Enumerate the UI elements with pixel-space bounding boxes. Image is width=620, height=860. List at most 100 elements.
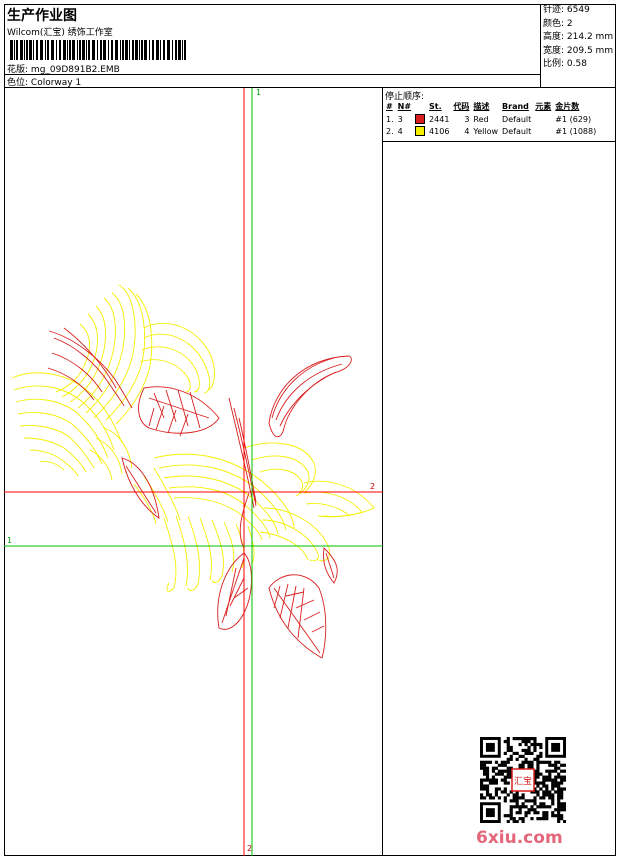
qr-module xyxy=(563,805,566,809)
qr-module xyxy=(480,787,484,791)
page-title: 生产作业图 xyxy=(7,8,77,24)
design-preview: 1 2 1 2 xyxy=(4,88,383,856)
qr-module xyxy=(524,751,528,755)
qr-module xyxy=(503,751,507,755)
color-swatch xyxy=(415,126,426,136)
qr-module xyxy=(551,784,555,788)
qr-module xyxy=(548,805,552,809)
qr-module xyxy=(560,781,564,785)
qr-module xyxy=(494,766,498,770)
qr-module xyxy=(488,793,493,797)
qr-module xyxy=(542,790,546,794)
qr-module xyxy=(557,796,561,800)
qr-module xyxy=(491,766,496,770)
qr-module xyxy=(521,817,525,821)
colorway-label: 色位: xyxy=(7,78,29,88)
qr-module xyxy=(482,778,487,782)
barcode-bar xyxy=(56,40,57,60)
qr-module xyxy=(560,814,564,818)
qr-module xyxy=(545,790,549,794)
qr-module xyxy=(536,754,540,758)
qr-module xyxy=(542,793,546,797)
barcode-bar xyxy=(63,40,66,60)
qr-module xyxy=(533,799,537,803)
qr-module xyxy=(551,799,555,803)
barcode-bar xyxy=(163,40,165,60)
qr-module xyxy=(545,784,549,788)
qr-module xyxy=(482,760,487,764)
qr-module xyxy=(512,817,516,821)
qr-module xyxy=(527,763,531,767)
barcode-bar xyxy=(129,40,130,60)
qr-module xyxy=(524,799,528,803)
qr-module xyxy=(557,772,561,776)
barcode-bar xyxy=(175,40,177,60)
qr-module xyxy=(518,808,522,812)
qr-module xyxy=(485,769,490,773)
qr-module xyxy=(482,772,487,776)
barcode-bar xyxy=(24,40,25,60)
qr-module xyxy=(503,814,507,818)
worksheet-header: 生产作业图 Wilcom(汇宝) 绣饰工作室 花版: mg_09D891B2.E… xyxy=(4,4,541,88)
qr-module xyxy=(545,793,549,797)
qr-module xyxy=(512,796,516,800)
qr-module xyxy=(554,808,558,812)
qr-module xyxy=(524,760,528,764)
qr-module xyxy=(485,793,490,797)
qr-module xyxy=(506,814,510,818)
qr-module xyxy=(539,802,543,806)
barcode-bar xyxy=(69,40,71,60)
qr-module xyxy=(527,751,531,755)
barcode-bar xyxy=(97,40,98,60)
qr-module xyxy=(524,814,528,818)
qr-module xyxy=(554,769,558,773)
qr-module xyxy=(491,781,496,785)
table-row: 1. 3 2441 3 Red Default #1 (629) xyxy=(386,114,592,124)
colorway-line: 色位: Colorway 1 xyxy=(7,75,81,88)
qr-module xyxy=(524,811,528,815)
qr-module xyxy=(518,811,522,815)
qr-module xyxy=(545,769,549,773)
qr-module xyxy=(545,775,549,779)
qr-module xyxy=(515,737,519,741)
qr-module xyxy=(557,799,561,803)
qr-module xyxy=(557,766,561,770)
studio-name: Wilcom(汇宝) 绣饰工作室 xyxy=(7,28,113,38)
barcode-bar xyxy=(26,40,28,60)
qr-module xyxy=(509,757,513,761)
qr-module xyxy=(551,763,555,767)
qr-module xyxy=(548,763,552,767)
qr-module xyxy=(560,787,564,791)
qr-module xyxy=(500,772,504,776)
qr-module xyxy=(536,790,540,794)
qr-module xyxy=(557,760,561,764)
qr-module xyxy=(533,802,537,806)
barcode-bar xyxy=(182,40,183,60)
qr-module xyxy=(533,748,537,753)
qr-module xyxy=(485,760,490,764)
watermark-logo: 6xiu.com xyxy=(476,828,563,848)
qr-module xyxy=(536,769,540,773)
barcode-bar xyxy=(51,40,54,60)
qr-module xyxy=(542,781,546,785)
col-elem: 元素 xyxy=(535,102,552,111)
qr-module xyxy=(557,787,561,791)
qr-module xyxy=(542,778,546,782)
qr-module xyxy=(524,742,528,747)
barcode-bar xyxy=(29,40,32,60)
qr-module xyxy=(480,784,484,788)
qr-module xyxy=(515,811,519,815)
barcode-bar xyxy=(40,40,43,60)
barcode-bar xyxy=(77,40,78,60)
qr-module xyxy=(557,808,561,812)
barcode-bar xyxy=(16,40,18,60)
qr-module xyxy=(494,790,498,794)
qr-module xyxy=(506,760,510,764)
stat-row: 比例: 0.58 xyxy=(543,59,587,69)
qr-module xyxy=(539,787,543,791)
qr-module xyxy=(515,793,519,797)
qr-module xyxy=(515,751,519,755)
qr-module xyxy=(524,737,528,741)
qr-module xyxy=(497,772,501,776)
qr-module xyxy=(530,805,534,809)
